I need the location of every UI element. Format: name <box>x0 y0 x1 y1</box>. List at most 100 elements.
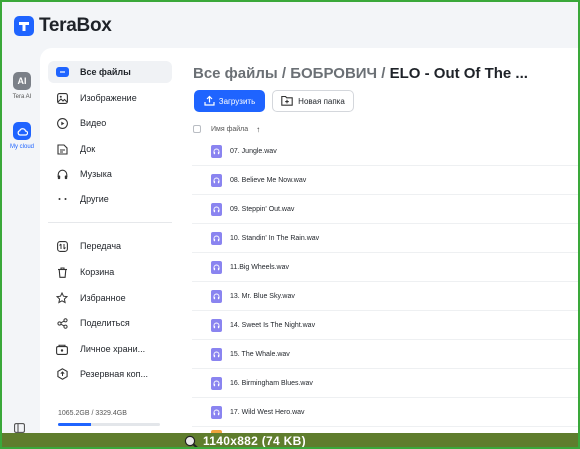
storage-usage-fill <box>58 423 91 426</box>
audio-file-icon <box>211 347 222 361</box>
sidebar-item-trash[interactable]: Корзина <box>48 261 172 283</box>
audio-file-icon <box>211 405 222 419</box>
top-bar: TeraBox <box>4 4 578 48</box>
upload-button[interactable]: Загрузить <box>194 90 265 112</box>
sidebar-item-image[interactable]: Изображение <box>48 87 172 109</box>
sidebar-item-video[interactable]: Видео <box>48 112 172 134</box>
sidebar-item-label: Док <box>80 144 96 154</box>
audio-file-icon <box>211 289 222 303</box>
breadcrumb-separator: / <box>377 65 390 82</box>
rail-label-my-cloud: My cloud <box>9 144 34 150</box>
sidebar: Все файлы Изображение Видео Док Музыка Д… <box>40 48 180 447</box>
breadcrumb-root[interactable]: Все файлы <box>193 65 278 82</box>
file-row[interactable]: 13. Mr. Blue Sky.wav <box>192 282 578 311</box>
file-name: 09. Steppin' Out.wav <box>230 205 295 213</box>
file-name: 07. Jungle.wav <box>230 147 277 155</box>
new-folder-icon <box>281 95 293 108</box>
file-name: 13. Mr. Blue Sky.wav <box>230 292 295 300</box>
file-name: 17. Wild West Hero.wav <box>230 408 305 416</box>
file-row[interactable]: 15. The Whale.wav <box>192 340 578 369</box>
video-icon <box>48 117 76 129</box>
private-storage-icon <box>48 344 76 355</box>
breadcrumb-current: ELO - Out Of The ... <box>389 65 528 82</box>
sidebar-item-label: Поделиться <box>80 318 130 328</box>
file-row[interactable]: 14. Sweet Is The Night.wav <box>192 311 578 340</box>
select-all-checkbox[interactable] <box>193 125 201 133</box>
sidebar-item-all-files[interactable]: Все файлы <box>48 61 172 83</box>
file-name: 11.Big Wheels.wav <box>230 263 290 271</box>
upload-icon <box>204 95 215 108</box>
sidebar-divider <box>48 222 172 223</box>
main-panel: Все файлы / БОБРОВИЧ / ELO - Out Of The … <box>180 48 578 447</box>
sidebar-item-label: Музыка <box>80 169 112 179</box>
headphones-icon <box>48 169 76 180</box>
sidebar-item-label: Все файлы <box>80 67 131 77</box>
sidebar-item-label: Избранное <box>80 293 126 303</box>
file-row[interactable]: 10. Standin' In The Rain.wav <box>192 224 578 253</box>
sidebar-item-favorites[interactable]: Избранное <box>48 287 172 309</box>
image-info-bar: 1140x882 (74 KB) <box>2 433 578 448</box>
file-row[interactable]: 09. Steppin' Out.wav <box>192 195 578 224</box>
file-name: 08. Believe Me Now.wav <box>230 176 307 184</box>
audio-file-icon <box>211 202 222 216</box>
file-name: 15. The Whale.wav <box>230 350 290 358</box>
file-row[interactable]: 11.Big Wheels.wav <box>192 253 578 282</box>
sidebar-item-private-storage[interactable]: Личное храни... <box>48 338 172 360</box>
app-window: TeraBox AI Tera AI My cloud Все файлы Из… <box>0 0 580 449</box>
audio-file-icon <box>211 173 222 187</box>
image-icon <box>48 92 76 104</box>
file-row[interactable]: 16. Birmingham Blues.wav <box>192 369 578 398</box>
audio-file-icon <box>211 144 222 158</box>
transfer-icon <box>48 240 76 252</box>
sidebar-item-transfer[interactable]: Передача <box>48 235 172 257</box>
star-icon <box>48 292 76 304</box>
image-dimensions-text: 1140x882 (74 KB) <box>203 434 306 448</box>
sidebar-item-label: Изображение <box>80 93 137 103</box>
cloud-icon <box>13 122 31 140</box>
breadcrumb-folder[interactable]: БОБРОВИЧ <box>290 65 377 82</box>
sidebar-item-share[interactable]: Поделиться <box>48 312 172 334</box>
file-name: 10. Standin' In The Rain.wav <box>230 234 320 242</box>
sidebar-item-label: Передача <box>80 241 122 251</box>
sidebar-item-label: Видео <box>80 118 107 128</box>
rail-item-tera-ai[interactable]: AI Tera AI <box>4 72 40 100</box>
app-logo[interactable]: TeraBox <box>14 15 112 37</box>
left-rail: AI Tera AI My cloud <box>4 48 40 447</box>
app-name: TeraBox <box>39 15 112 36</box>
more-icon <box>48 197 76 201</box>
audio-file-icon <box>211 376 222 390</box>
sidebar-item-label: Другие <box>80 194 109 204</box>
file-list-header: Имя файла ↑ <box>193 122 578 136</box>
file-row[interactable]: 08. Believe Me Now.wav <box>192 166 578 195</box>
sidebar-item-music[interactable]: Музыка <box>48 163 172 185</box>
backup-icon <box>48 368 76 380</box>
all-files-icon <box>48 67 76 77</box>
magnifier-icon <box>184 435 199 447</box>
terabox-logo-icon <box>14 16 34 36</box>
rail-label-tera-ai: Tera AI <box>12 94 32 100</box>
upload-label: Загрузить <box>218 96 256 106</box>
column-header-name[interactable]: Имя файла <box>211 126 248 133</box>
audio-file-icon <box>211 318 222 332</box>
rail-item-my-cloud[interactable]: My cloud <box>4 122 40 150</box>
sidebar-item-backup[interactable]: Резервная коп... <box>48 363 172 385</box>
sidebar-item-docs[interactable]: Док <box>48 138 172 160</box>
trash-icon <box>48 266 76 278</box>
sidebar-item-label: Корзина <box>80 267 115 277</box>
file-row[interactable]: 17. Wild West Hero.wav <box>192 398 578 427</box>
new-folder-button[interactable]: Новая папка <box>272 90 354 112</box>
audio-file-icon <box>211 231 222 245</box>
file-name: 14. Sweet Is The Night.wav <box>230 321 316 329</box>
storage-usage-text: 1065.2GB / 3329.4GB <box>58 410 127 417</box>
document-icon <box>48 143 76 155</box>
breadcrumb-separator: / <box>277 65 291 82</box>
file-row[interactable]: 07. Jungle.wav <box>192 137 578 166</box>
sort-arrow-icon[interactable]: ↑ <box>256 125 260 134</box>
sidebar-item-label: Резервная коп... <box>80 369 149 379</box>
storage-usage-bar <box>58 423 160 426</box>
share-icon <box>48 317 76 329</box>
audio-file-icon <box>211 260 222 274</box>
ai-icon: AI <box>13 72 31 90</box>
breadcrumb: Все файлы / БОБРОВИЧ / ELO - Out Of The … <box>193 65 528 82</box>
sidebar-item-other[interactable]: Другие <box>48 188 172 210</box>
